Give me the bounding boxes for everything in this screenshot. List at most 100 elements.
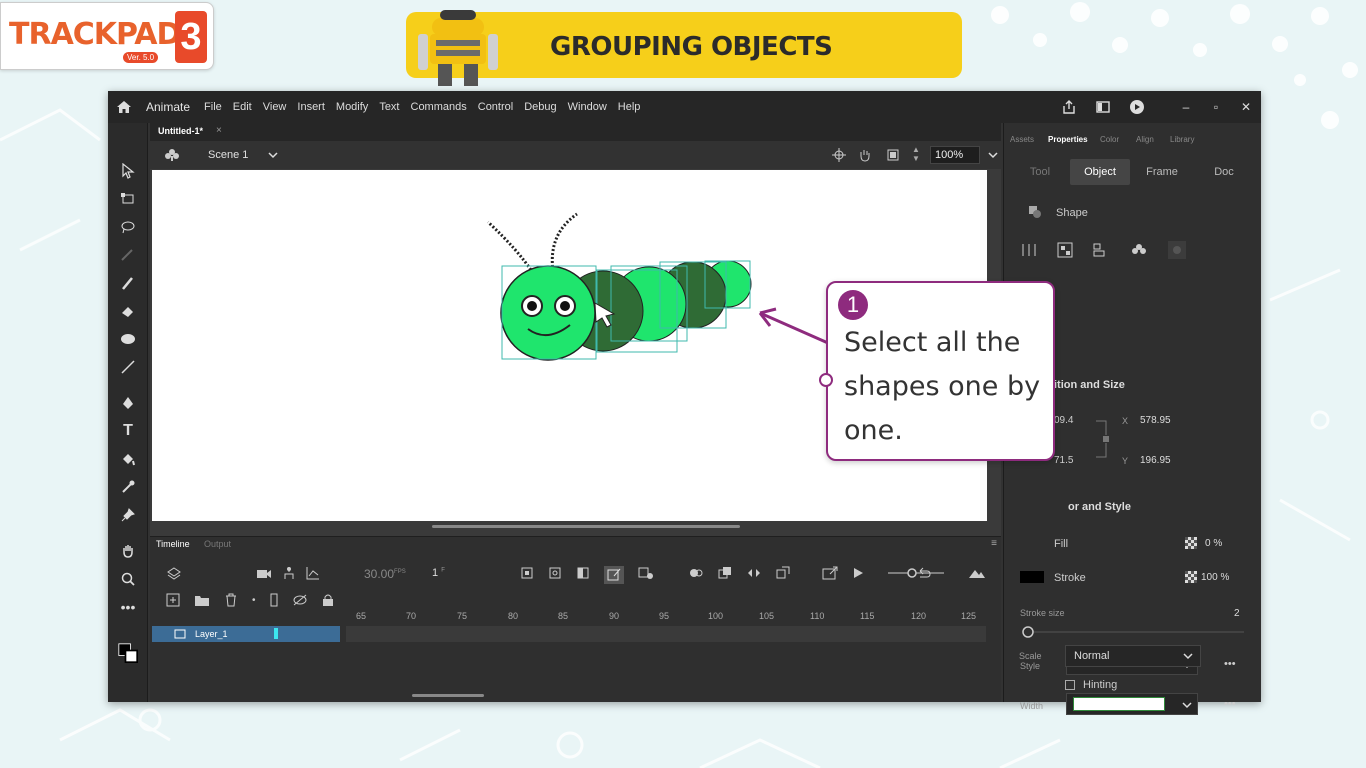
onion-outline-icon[interactable]: [718, 566, 732, 580]
stroke-size-slider[interactable]: [1020, 625, 1246, 639]
insert-blank-keyframe-icon[interactable]: [548, 566, 562, 580]
pencil-icon[interactable]: [118, 245, 138, 265]
checker-icon[interactable]: [1185, 537, 1197, 549]
zoom-tool-icon[interactable]: [118, 569, 138, 589]
fps-number[interactable]: 30.00: [364, 567, 394, 581]
export-icon[interactable]: [822, 566, 838, 580]
distribute-icon[interactable]: [1056, 241, 1074, 259]
tab-output[interactable]: Output: [204, 539, 231, 549]
insert-keyframe-icon[interactable]: [520, 566, 534, 580]
new-folder-icon[interactable]: [194, 593, 210, 607]
menu-view[interactable]: View: [263, 101, 287, 113]
subtab-doc[interactable]: Doc: [1194, 159, 1254, 185]
panel-layout-icon[interactable]: [1095, 99, 1111, 115]
menu-help[interactable]: Help: [618, 101, 641, 113]
onion-skin-icon[interactable]: [688, 566, 704, 580]
pen-tool-icon[interactable]: [118, 393, 138, 413]
menu-commands[interactable]: Commands: [411, 101, 467, 113]
break-apart-icon[interactable]: [1168, 241, 1186, 259]
lasso-icon[interactable]: [118, 217, 138, 237]
height-field[interactable]: 71.5: [1054, 455, 1073, 466]
pin-icon[interactable]: [118, 505, 138, 525]
layer-name[interactable]: Layer_1: [195, 629, 228, 639]
minimize-icon[interactable]: –: [1171, 100, 1201, 114]
subtab-tool[interactable]: Tool: [1012, 159, 1068, 185]
edit-multiple-frames-icon[interactable]: [604, 566, 624, 584]
menu-modify[interactable]: Modify: [336, 101, 368, 113]
new-layer-icon[interactable]: [166, 593, 180, 607]
tab-properties[interactable]: Properties: [1048, 135, 1088, 144]
subtab-frame[interactable]: Frame: [1132, 159, 1192, 185]
zoom-level-field[interactable]: 100%: [930, 146, 980, 164]
mountain-zoom-icon[interactable]: [968, 567, 986, 579]
tab-align[interactable]: Align: [1136, 135, 1154, 144]
zoom-stepper-icon[interactable]: ▲ ▼: [912, 145, 920, 163]
menu-file[interactable]: File: [204, 101, 222, 113]
clip-stage-icon[interactable]: [886, 148, 900, 162]
home-icon[interactable]: [110, 100, 138, 114]
maximize-icon[interactable]: ▫: [1201, 100, 1231, 114]
timeline-zoom-slider[interactable]: [886, 567, 946, 579]
menu-window[interactable]: Window: [568, 101, 607, 113]
timeline-menu-icon[interactable]: ≡: [991, 538, 997, 549]
caterpillar-head[interactable]: [500, 265, 596, 361]
camera-hand-icon[interactable]: [858, 148, 872, 162]
hide-layer-icon[interactable]: [292, 593, 308, 607]
outline-layer-icon[interactable]: [270, 593, 278, 607]
link-proportions-icon[interactable]: [1096, 419, 1118, 459]
share-icon[interactable]: [1061, 99, 1077, 115]
selection-tool-icon[interactable]: [118, 161, 138, 181]
x-field[interactable]: 578.95: [1140, 415, 1171, 426]
chevron-down-icon[interactable]: [1182, 701, 1192, 709]
fill-opacity[interactable]: 0 %: [1205, 538, 1222, 549]
clubs-symbol-icon[interactable]: [164, 148, 180, 162]
match-size-icon[interactable]: [1092, 241, 1110, 259]
play-test-icon[interactable]: [1129, 99, 1145, 115]
menu-insert[interactable]: Insert: [297, 101, 325, 113]
stroke-color-swatch[interactable]: [1020, 571, 1044, 583]
line-tool-icon[interactable]: [118, 357, 138, 377]
stroke-opacity[interactable]: 100 %: [1201, 572, 1229, 583]
oval-tool-icon[interactable]: [118, 329, 138, 349]
free-transform-icon[interactable]: [118, 189, 138, 209]
convert-symbol-icon[interactable]: [1128, 241, 1150, 259]
lock-layer-icon[interactable]: [322, 593, 334, 607]
insert-frame-icon[interactable]: [576, 566, 590, 580]
zoom-dropdown-icon[interactable]: [988, 151, 998, 159]
delete-layer-icon[interactable]: [224, 593, 238, 607]
sync-icon[interactable]: [776, 566, 790, 580]
layers-icon[interactable]: [166, 566, 182, 582]
menu-control[interactable]: Control: [478, 101, 513, 113]
menu-edit[interactable]: Edit: [233, 101, 252, 113]
eyedropper-icon[interactable]: [118, 477, 138, 497]
frames-row[interactable]: [346, 626, 986, 642]
stroke-fill-swatch-icon[interactable]: [118, 643, 138, 663]
tab-assets[interactable]: Assets: [1010, 135, 1034, 144]
chevron-down-icon[interactable]: [268, 151, 278, 159]
stroke-size-value[interactable]: 2: [1234, 608, 1240, 619]
scale-dropdown[interactable]: Normal: [1065, 645, 1201, 667]
tab-library[interactable]: Library: [1170, 135, 1194, 144]
paint-bucket-icon[interactable]: [118, 449, 138, 469]
menu-debug[interactable]: Debug: [524, 101, 556, 113]
text-tool-icon[interactable]: T: [118, 421, 138, 441]
play-icon[interactable]: [852, 566, 864, 580]
hinting-checkbox[interactable]: [1065, 680, 1075, 690]
tab-color[interactable]: Color: [1100, 135, 1119, 144]
current-frame-number[interactable]: 1: [432, 567, 438, 579]
scene-name[interactable]: Scene 1: [208, 149, 248, 161]
more-tools-icon[interactable]: •••: [118, 597, 138, 617]
align-center-icon[interactable]: [1020, 241, 1038, 259]
eraser-icon[interactable]: [118, 301, 138, 321]
layer-parenting-icon[interactable]: [282, 566, 296, 580]
stage-scrollbar[interactable]: [432, 525, 740, 528]
y-field[interactable]: 196.95: [1140, 455, 1171, 466]
hand-tool-icon[interactable]: [118, 541, 138, 561]
timeline-scrollbar[interactable]: [412, 694, 484, 697]
chevron-down-icon[interactable]: [1183, 652, 1193, 660]
crosshair-icon[interactable]: [832, 148, 846, 162]
loop-icon[interactable]: [746, 566, 762, 580]
brush-icon[interactable]: [118, 273, 138, 293]
subtab-object[interactable]: Object: [1070, 159, 1130, 185]
delete-frame-icon[interactable]: [638, 566, 654, 580]
